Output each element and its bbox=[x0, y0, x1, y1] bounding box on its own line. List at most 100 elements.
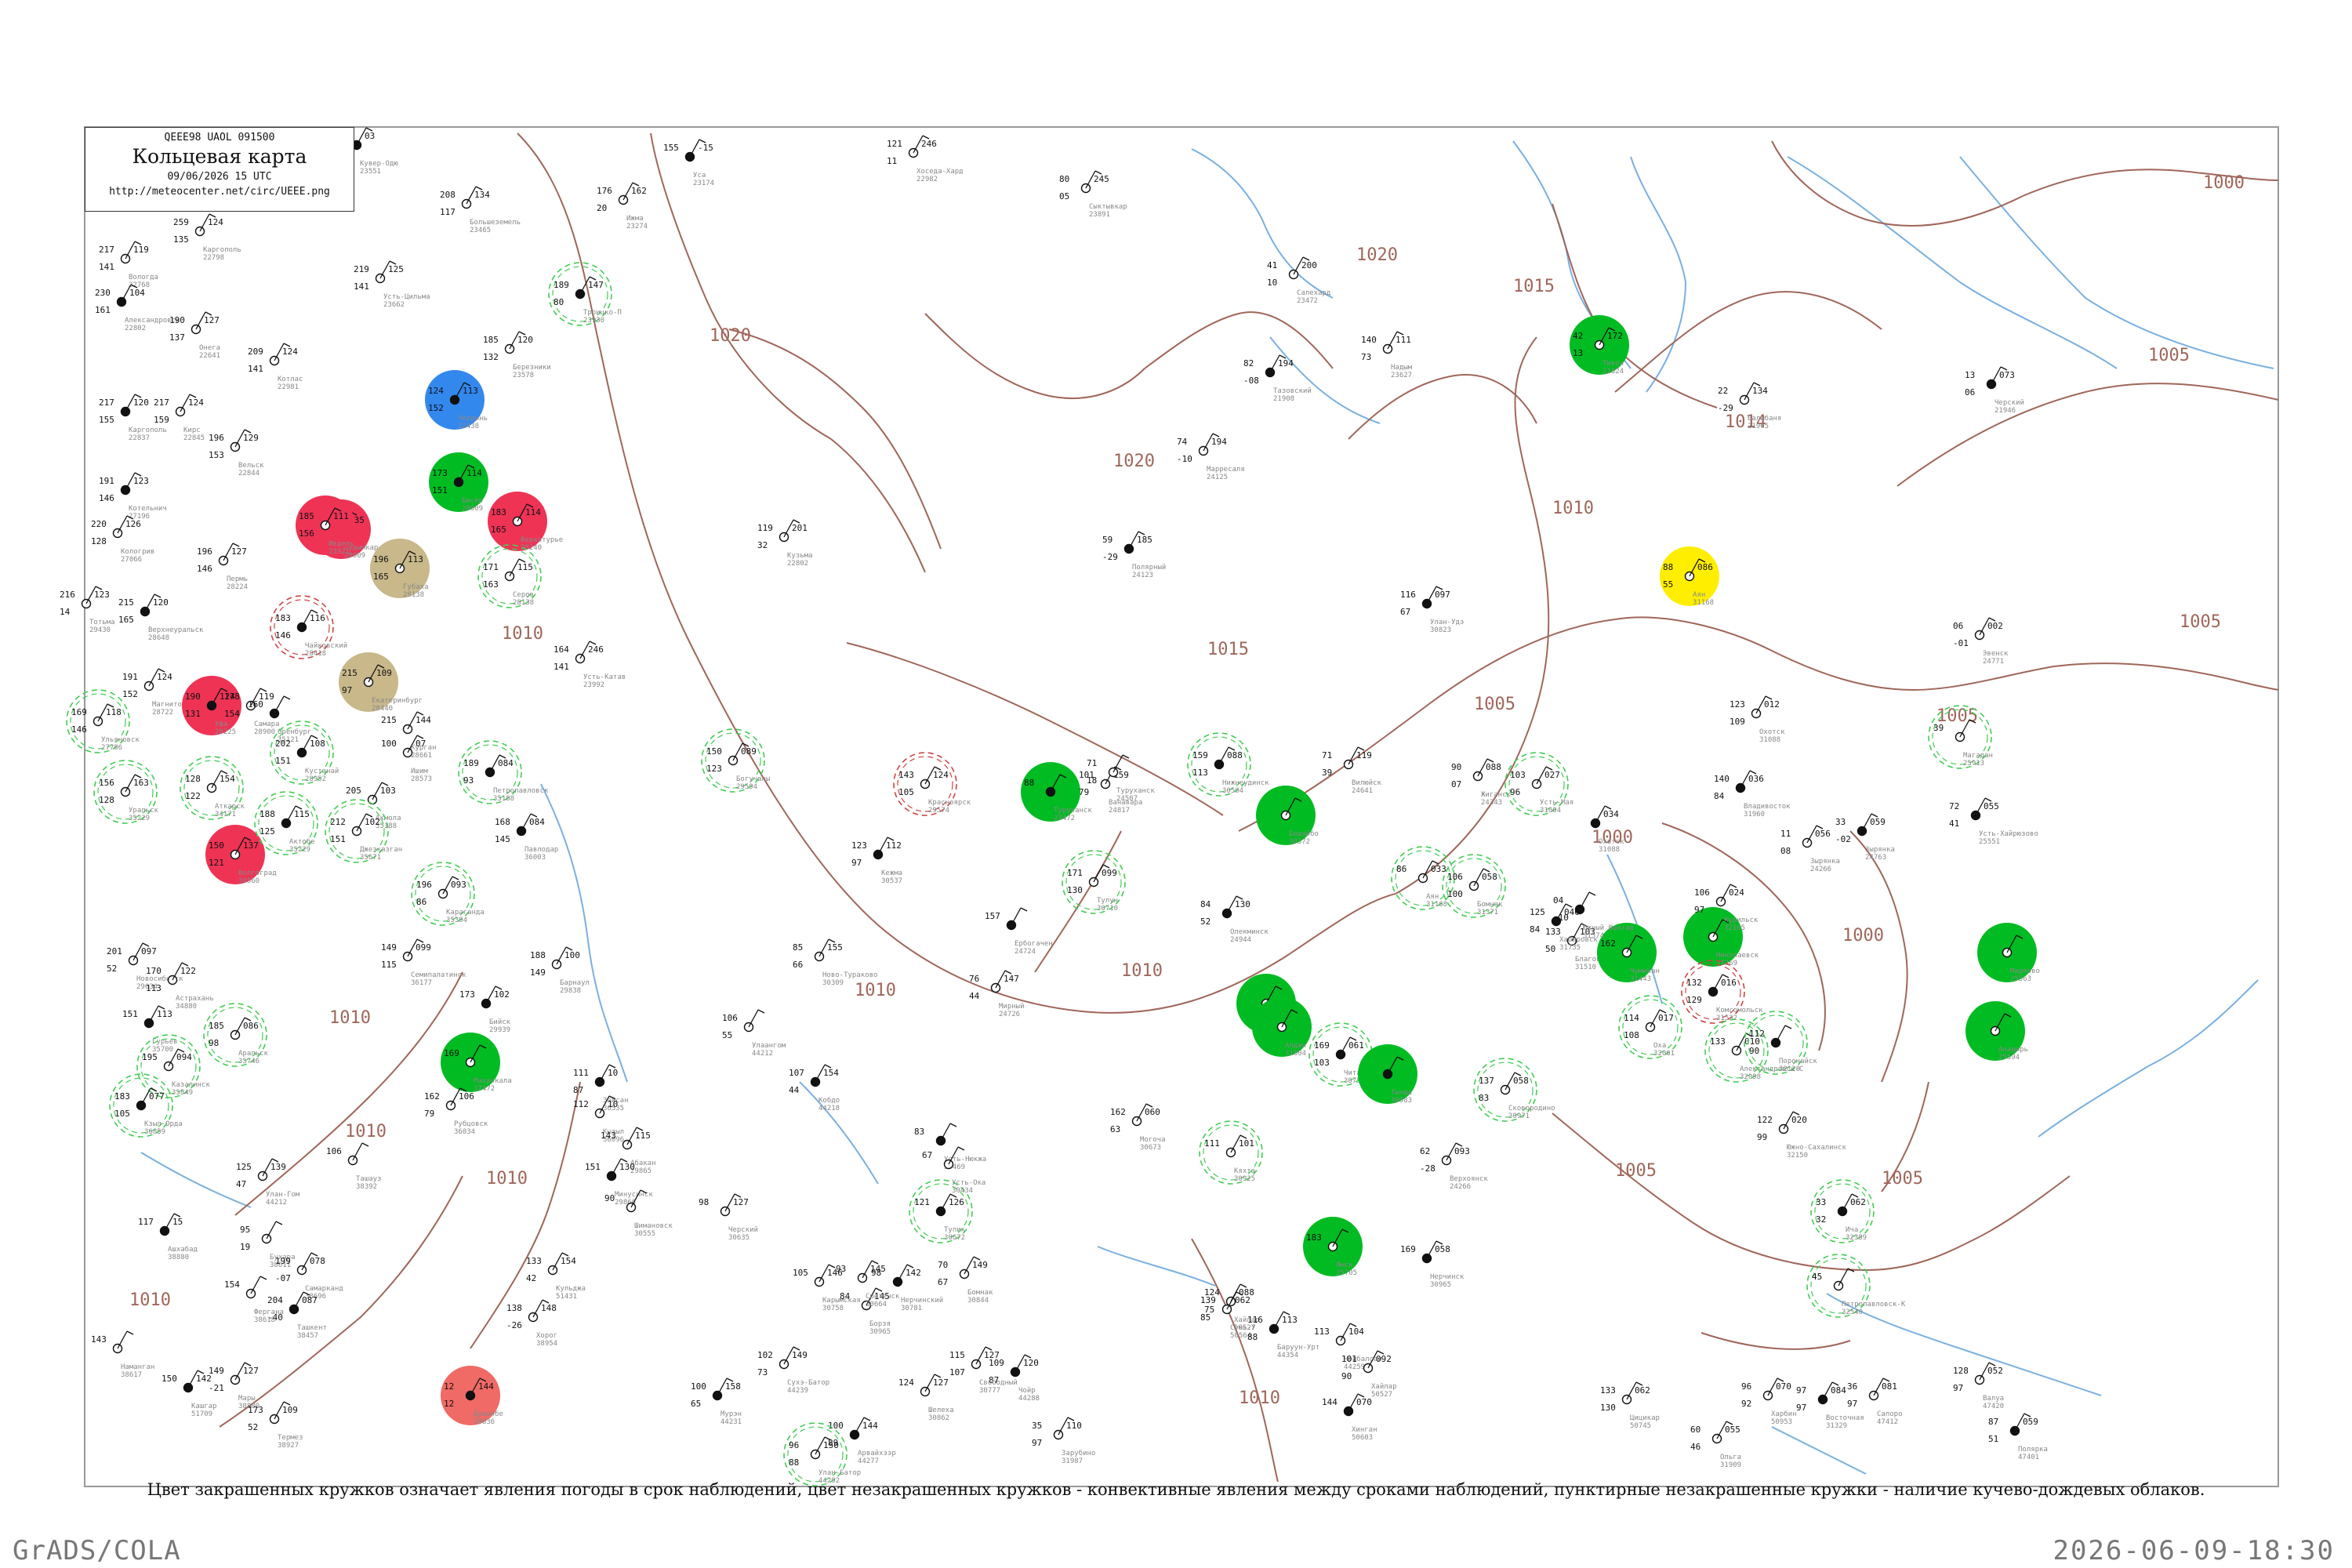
station-dewpoint: 146 bbox=[197, 564, 212, 574]
station-pressure: 172 bbox=[1607, 331, 1623, 341]
station-temperature: 149 bbox=[209, 1366, 224, 1376]
station-dewpoint: 10 bbox=[1267, 278, 1277, 288]
station-name: Рубцовск bbox=[454, 1120, 488, 1128]
station-temperature: 171 bbox=[1067, 868, 1083, 878]
station-name: Кувер-Одю bbox=[360, 160, 398, 168]
station-dewpoint: 141 bbox=[554, 662, 569, 672]
station-id: 31004 bbox=[1540, 807, 1561, 815]
station-dewpoint: 109 bbox=[1730, 717, 1745, 727]
station-pressure: 154 bbox=[823, 1068, 839, 1078]
station-temperature: 45 bbox=[1812, 1272, 1822, 1282]
station-temperature: 140 bbox=[1361, 335, 1377, 345]
station-name: Бомнак bbox=[1477, 901, 1503, 909]
station-dewpoint: 97 bbox=[1953, 1383, 1963, 1393]
station-temperature: 212 bbox=[330, 817, 346, 827]
station-name: Ульяновск bbox=[101, 736, 140, 744]
station-id: 35188 bbox=[493, 795, 514, 803]
station-temperature: 106 bbox=[1447, 872, 1463, 882]
station-name: Валуа bbox=[1983, 1395, 2004, 1403]
station-temperature: 42 bbox=[1573, 331, 1583, 341]
station-name: Екатеринбург bbox=[372, 696, 423, 705]
station-dewpoint: 06 bbox=[1965, 387, 1975, 397]
station-dewpoint: -28 bbox=[1420, 1163, 1436, 1174]
station-id: 50527 bbox=[1371, 1391, 1392, 1399]
station-id: 24266 bbox=[1450, 1183, 1471, 1191]
station-pressure: 10 bbox=[608, 1099, 618, 1109]
station-temperature: 149 bbox=[381, 942, 397, 953]
station-dewpoint: 14 bbox=[60, 607, 71, 617]
station-temperature: 204 bbox=[267, 1295, 283, 1305]
station-name: Уральск bbox=[129, 807, 159, 815]
station-temperature: 185 bbox=[483, 335, 499, 345]
station-name: Бодайбо bbox=[1289, 829, 1319, 838]
map-title: Кольцевая карта bbox=[132, 145, 307, 168]
station-pressure: 154 bbox=[561, 1256, 576, 1266]
station-dewpoint: 163 bbox=[483, 579, 499, 590]
station-temperature: 128 bbox=[1953, 1366, 1969, 1376]
station-temperature: 39 bbox=[1933, 723, 1944, 733]
station-temperature: 116 bbox=[1400, 590, 1416, 600]
station-temperature: 133 bbox=[526, 1256, 542, 1266]
station-temperature: 107 bbox=[789, 1068, 804, 1078]
station-dewpoint: 12 bbox=[444, 1399, 454, 1409]
isobar-label: 1010 bbox=[855, 981, 896, 1000]
station-name: Вилюйск bbox=[1352, 779, 1382, 787]
station-dewpoint: 123 bbox=[706, 764, 722, 774]
station-name: Аян bbox=[1693, 591, 1705, 599]
map-time: 09/06/2026 15 UTC bbox=[167, 171, 272, 183]
station-pressure: 088 bbox=[1486, 762, 1501, 772]
station-temperature: 128 bbox=[185, 774, 201, 784]
station-temperature: 95 bbox=[240, 1225, 250, 1235]
station-temperature: 183 bbox=[491, 507, 506, 517]
station-id: 34560 bbox=[238, 877, 260, 885]
station-temperature: 112 bbox=[573, 1099, 589, 1109]
station-name: Цицикар bbox=[1630, 1414, 1660, 1422]
station-id: 44259 bbox=[1344, 1363, 1365, 1371]
station-temperature: 185 bbox=[209, 1021, 224, 1031]
station-temperature: 217 bbox=[99, 397, 114, 408]
station-name: Поронайск bbox=[1779, 1058, 1817, 1065]
station-dewpoint: 115 bbox=[381, 960, 397, 970]
map-url[interactable]: http://meteocenter.net/circ/UEEE.png bbox=[85, 186, 354, 198]
station-name: Губаха bbox=[403, 583, 429, 591]
station-name: Мары bbox=[238, 1395, 256, 1403]
station-id: 23992 bbox=[583, 681, 604, 689]
station-pressure: 109 bbox=[282, 1405, 298, 1415]
station-id: 23921 bbox=[328, 548, 350, 556]
station-name: Петропавловск bbox=[493, 787, 549, 795]
station-name: Кульджа bbox=[556, 1285, 586, 1293]
station-pressure: 052 bbox=[1987, 1366, 2003, 1376]
station-temperature: 113 bbox=[1314, 1327, 1330, 1337]
station-id: 31168 bbox=[1426, 901, 1447, 909]
station-dewpoint: 141 bbox=[99, 262, 114, 272]
station-dewpoint: 122 bbox=[185, 791, 201, 801]
station-temperature: 102 bbox=[757, 1350, 773, 1360]
station-pressure: 060 bbox=[1145, 1107, 1160, 1117]
station-id: 50953 bbox=[1771, 1418, 1792, 1426]
station-name: Мурэн bbox=[720, 1410, 742, 1418]
station-id: 23551 bbox=[360, 168, 381, 176]
station-id: 36177 bbox=[411, 979, 432, 987]
station-temperature: 96 bbox=[1741, 1381, 1751, 1392]
station-temperature: 171 bbox=[483, 562, 499, 572]
station-name: Борзя bbox=[869, 1320, 891, 1328]
station-temperature: 183 bbox=[1306, 1232, 1322, 1243]
station-temperature: 191 bbox=[99, 476, 114, 486]
station-dewpoint: 52 bbox=[1200, 916, 1210, 927]
station-id: 38392 bbox=[356, 1183, 377, 1191]
station-temperature: 132 bbox=[1686, 978, 1702, 988]
station-pressure: 147 bbox=[588, 280, 604, 290]
station-dewpoint: 129 bbox=[1686, 995, 1702, 1005]
generation-timestamp: 2026-06-09-18:30 bbox=[2053, 1535, 2335, 1566]
station-pressure: 093 bbox=[451, 880, 466, 890]
station-name: Хоседа-Хард bbox=[916, 168, 964, 176]
station-name: Самара bbox=[254, 720, 280, 728]
station-pressure: 127 bbox=[204, 315, 220, 325]
station-id: 29574 bbox=[928, 807, 949, 815]
station-dewpoint: 92 bbox=[1741, 1399, 1751, 1409]
station-name: Ямск bbox=[1336, 1261, 1353, 1269]
station-dewpoint: -02 bbox=[1835, 834, 1851, 844]
station-temperature: 215 bbox=[342, 668, 358, 678]
station-name: Улан-Гом bbox=[266, 1191, 300, 1199]
station-id: 22802 bbox=[125, 325, 146, 332]
